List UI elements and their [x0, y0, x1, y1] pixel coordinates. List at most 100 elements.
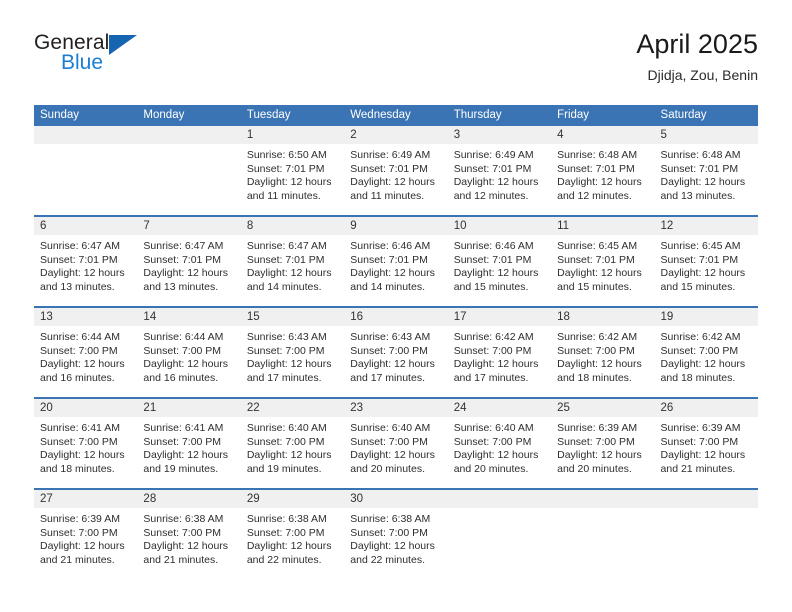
calendar-day-cell[interactable]: 19 Sunrise: 6:42 AM Sunset: 7:00 PM Dayligh…	[654, 306, 758, 398]
calendar-day-cell[interactable]: 2 Sunrise: 6:49 AM Sunset: 7:01 PM Daylight…	[344, 126, 448, 216]
sunrise-text: Sunrise: 6:38 AM	[143, 513, 224, 525]
calendar-day-cell[interactable]: 28 Sunrise: 6:38 AM Sunset: 7:00 PM Dayligh…	[137, 488, 241, 579]
calendar-day-cell[interactable]: 16 Sunrise: 6:43 AM Sunset: 7:00 PM Dayligh…	[344, 306, 448, 398]
sunrise-text: Sunrise: 6:50 AM	[246, 149, 327, 161]
calendar-day-cell[interactable]: 26 Sunrise: 6:39 AM Sunset: 7:00 PM Dayligh…	[654, 397, 758, 489]
sunset-text: Sunset: 7:01 PM	[453, 253, 532, 266]
calendar-page: General Blue April 2025 Djidja, Zou, Ben…	[0, 0, 792, 612]
daylight-text: Daylight: 12 hours and 21 minutes.	[660, 449, 746, 475]
calendar-day-cell[interactable]: 17 Sunrise: 6:42 AM Sunset: 7:00 PM Dayligh…	[447, 306, 552, 398]
calendar-day-cell[interactable]: 5 Sunrise: 6:48 AM Sunset: 7:01 PM Daylight…	[654, 126, 758, 216]
sunset-text: Sunset: 7:00 PM	[453, 344, 532, 357]
calendar-day-cell[interactable]: 13 Sunrise: 6:44 AM Sunset: 7:00 PM Dayligh…	[34, 306, 138, 398]
sunset-text: Sunset: 7:00 PM	[246, 344, 325, 357]
daylight-text: Daylight: 12 hours and 18 minutes.	[557, 358, 642, 384]
sunrise-text: Sunrise: 6:43 AM	[350, 331, 431, 343]
page-header: General Blue April 2025 Djidja, Zou, Ben…	[34, 28, 758, 94]
sunset-text: Sunset: 7:00 PM	[246, 435, 325, 448]
calendar-day-cell[interactable]: 6 Sunrise: 6:47 AM Sunset: 7:01 PM Daylight…	[34, 215, 138, 307]
sunrise-text: Sunrise: 6:45 AM	[557, 240, 638, 252]
calendar-week-row: 6 Sunrise: 6:47 AM Sunset: 7:01 PM Daylight…	[34, 215, 758, 307]
day-number: 7	[137, 217, 241, 235]
sunset-text: Sunset: 7:01 PM	[660, 253, 739, 266]
day-sun-info: Sunrise: 6:43 AM Sunset: 7:00 PM Daylight:…	[241, 326, 344, 385]
calendar-day-cell[interactable]: 18 Sunrise: 6:42 AM Sunset: 7:00 PM Dayligh…	[551, 306, 655, 398]
sunset-text: Sunset: 7:01 PM	[40, 253, 118, 266]
day-sun-info: Sunrise: 6:49 AM Sunset: 7:01 PM Daylight:…	[448, 144, 551, 203]
calendar-day-cell[interactable]: 29 Sunrise: 6:38 AM Sunset: 7:00 PM Dayligh…	[240, 488, 345, 579]
day-cell-content: 17 Sunrise: 6:42 AM Sunset: 7:00 PM Dayligh…	[447, 308, 552, 397]
day-number: 9	[344, 217, 448, 235]
day-cell-content: 1 Sunrise: 6:50 AM Sunset: 7:01 PM Daylight…	[240, 126, 345, 215]
sunrise-text: Sunrise: 6:48 AM	[660, 149, 741, 161]
calendar-day-cell[interactable]: 24 Sunrise: 6:40 AM Sunset: 7:00 PM Dayligh…	[447, 397, 552, 489]
day-sun-info: Sunrise: 6:38 AM Sunset: 7:00 PM Daylight:…	[241, 508, 344, 567]
day-cell-content: 11 Sunrise: 6:45 AM Sunset: 7:01 PM Dayligh…	[551, 217, 655, 306]
calendar-day-cell[interactable]: 10 Sunrise: 6:46 AM Sunset: 7:01 PM Dayligh…	[447, 215, 552, 307]
day-number: 8	[240, 217, 345, 235]
day-sun-info: Sunrise: 6:39 AM Sunset: 7:00 PM Daylight:…	[34, 508, 137, 567]
sunrise-text: Sunrise: 6:43 AM	[246, 331, 327, 343]
day-sun-info: Sunrise: 6:41 AM Sunset: 7:00 PM Daylight:…	[34, 417, 137, 476]
day-cell-content: 19 Sunrise: 6:42 AM Sunset: 7:00 PM Dayligh…	[654, 308, 758, 397]
brand-logo[interactable]: General Blue	[34, 32, 234, 90]
calendar-day-cell[interactable]: 9 Sunrise: 6:46 AM Sunset: 7:01 PM Daylight…	[344, 215, 448, 307]
calendar-day-cell[interactable]: 23 Sunrise: 6:40 AM Sunset: 7:00 PM Dayligh…	[344, 397, 448, 489]
weekday-header-thursday: Thursday	[447, 105, 552, 126]
day-cell-content: 10 Sunrise: 6:46 AM Sunset: 7:01 PM Dayligh…	[447, 217, 552, 306]
day-number: 18	[551, 308, 655, 326]
sunset-text: Sunset: 7:00 PM	[40, 526, 118, 539]
day-number: 14	[137, 308, 241, 326]
day-cell-content: 27 Sunrise: 6:39 AM Sunset: 7:00 PM Dayligh…	[34, 490, 138, 579]
calendar-day-cell[interactable]: 7 Sunrise: 6:47 AM Sunset: 7:01 PM Daylight…	[137, 215, 241, 307]
calendar-day-cell[interactable]: 21 Sunrise: 6:41 AM Sunset: 7:00 PM Dayligh…	[137, 397, 241, 489]
sunrise-text: Sunrise: 6:46 AM	[350, 240, 431, 252]
sunset-text: Sunset: 7:01 PM	[350, 162, 428, 175]
sunset-text: Sunset: 7:01 PM	[246, 162, 325, 175]
page-subtitle: Djidja, Zou, Benin	[647, 67, 758, 83]
day-sun-info: Sunrise: 6:42 AM Sunset: 7:00 PM Daylight:…	[448, 326, 551, 385]
calendar-day-cell[interactable]: 1 Sunrise: 6:50 AM Sunset: 7:01 PM Daylight…	[240, 126, 345, 216]
calendar-header-row: Sunday Monday Tuesday Wednesday Thursday…	[34, 105, 758, 126]
day-cell-content: 16 Sunrise: 6:43 AM Sunset: 7:00 PM Dayligh…	[344, 308, 448, 397]
calendar-day-cell[interactable]: 27 Sunrise: 6:39 AM Sunset: 7:00 PM Dayligh…	[34, 488, 138, 579]
sunset-text: Sunset: 7:01 PM	[557, 253, 635, 266]
calendar-week-row: 13 Sunrise: 6:44 AM Sunset: 7:00 PM Dayligh…	[34, 306, 758, 398]
calendar-day-cell[interactable]: 14 Sunrise: 6:44 AM Sunset: 7:00 PM Dayligh…	[137, 306, 241, 398]
sunrise-text: Sunrise: 6:49 AM	[453, 149, 534, 161]
day-number: 1	[240, 126, 345, 144]
calendar-day-cell[interactable]: 30 Sunrise: 6:38 AM Sunset: 7:00 PM Dayligh…	[344, 488, 448, 579]
sunrise-text: Sunrise: 6:44 AM	[40, 331, 120, 343]
day-number: 16	[344, 308, 448, 326]
calendar-day-cell[interactable]: 3 Sunrise: 6:49 AM Sunset: 7:01 PM Daylight…	[447, 126, 552, 216]
sunset-text: Sunset: 7:01 PM	[557, 162, 635, 175]
day-cell-content: 7 Sunrise: 6:47 AM Sunset: 7:01 PM Daylight…	[137, 217, 241, 306]
daylight-text: Daylight: 12 hours and 11 minutes.	[350, 176, 435, 202]
daylight-text: Daylight: 12 hours and 18 minutes.	[660, 358, 746, 384]
day-sun-info: Sunrise: 6:43 AM Sunset: 7:00 PM Daylight:…	[344, 326, 447, 385]
sunset-text: Sunset: 7:00 PM	[557, 435, 635, 448]
sunrise-text: Sunrise: 6:42 AM	[453, 331, 534, 343]
calendar-day-cell[interactable]: 4 Sunrise: 6:48 AM Sunset: 7:01 PM Daylight…	[551, 126, 655, 216]
day-number: 21	[137, 399, 241, 417]
calendar-day-cell[interactable]: 20 Sunrise: 6:41 AM Sunset: 7:00 PM Dayligh…	[34, 397, 138, 489]
weekday-header-wednesday: Wednesday	[344, 105, 448, 126]
sunset-text: Sunset: 7:00 PM	[40, 435, 118, 448]
daylight-text: Daylight: 12 hours and 19 minutes.	[143, 449, 229, 475]
daylight-text: Daylight: 12 hours and 13 minutes.	[143, 267, 229, 293]
day-sun-info: Sunrise: 6:42 AM Sunset: 7:00 PM Daylight:…	[551, 326, 654, 385]
calendar-day-cell[interactable]: 8 Sunrise: 6:47 AM Sunset: 7:01 PM Daylight…	[240, 215, 345, 307]
daylight-text: Daylight: 12 hours and 15 minutes.	[557, 267, 642, 293]
calendar-day-cell[interactable]: 22 Sunrise: 6:40 AM Sunset: 7:00 PM Dayligh…	[240, 397, 345, 489]
calendar-day-cell[interactable]: 12 Sunrise: 6:45 AM Sunset: 7:01 PM Dayligh…	[654, 215, 758, 307]
day-cell-content: 15 Sunrise: 6:43 AM Sunset: 7:00 PM Dayligh…	[240, 308, 345, 397]
calendar-day-cell[interactable]: 15 Sunrise: 6:43 AM Sunset: 7:00 PM Dayligh…	[240, 306, 345, 398]
calendar-day-cell	[447, 488, 552, 579]
calendar-day-cell[interactable]: 11 Sunrise: 6:45 AM Sunset: 7:01 PM Dayligh…	[551, 215, 655, 307]
daylight-text: Daylight: 12 hours and 15 minutes.	[660, 267, 746, 293]
calendar-week-row: 20 Sunrise: 6:41 AM Sunset: 7:00 PM Dayligh…	[34, 397, 758, 489]
calendar-day-cell[interactable]: 25 Sunrise: 6:39 AM Sunset: 7:00 PM Dayligh…	[551, 397, 655, 489]
day-number	[447, 490, 552, 508]
title-block: April 2025 Djidja, Zou, Benin	[636, 28, 758, 84]
day-cell-content: 24 Sunrise: 6:40 AM Sunset: 7:00 PM Dayligh…	[447, 399, 552, 488]
